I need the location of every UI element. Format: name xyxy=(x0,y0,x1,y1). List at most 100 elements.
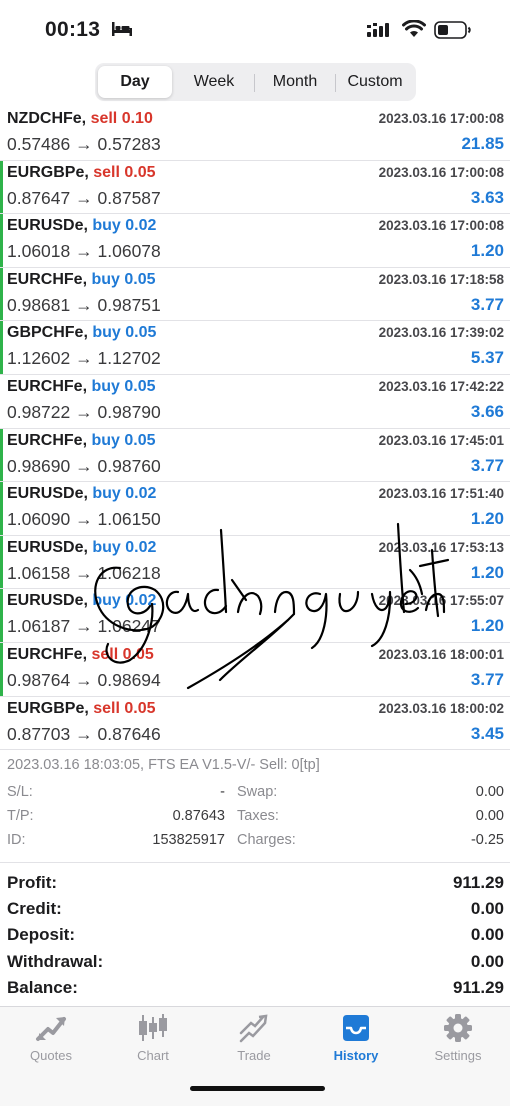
status-bar: 00:13 xyxy=(0,0,510,62)
summary-row-deposit: Deposit: 0.00 xyxy=(0,922,510,948)
segment-month[interactable]: Month xyxy=(255,66,335,98)
open-price: 1.06187 xyxy=(7,616,71,637)
trade-volume: 0.05 xyxy=(124,377,156,395)
trade-profit: 1.20 xyxy=(470,562,504,582)
tab-label: Settings xyxy=(434,1048,482,1063)
handwritten-signature-watermark xyxy=(94,522,450,690)
trade-symbol: GBPCHFe, buy 0.05 xyxy=(7,324,156,342)
trade-row[interactable]: EURUSDe, buy 0.02 2023.03.16 17:00:08 1.06… xyxy=(0,214,510,268)
trade-side: buy xyxy=(92,324,121,342)
trade-row[interactable]: EURCHFe, buy 0.05 2023.03.16 17:42:22 0.98… xyxy=(0,375,510,429)
arrow-icon: → xyxy=(75,294,93,315)
taxes-value: 0.00 xyxy=(475,808,504,824)
close-price: 0.87587 xyxy=(97,187,161,208)
tab-label: History xyxy=(333,1048,379,1063)
trade-time: 2023.03.16 17:00:08 xyxy=(378,218,504,234)
cellular-signal-icon xyxy=(367,23,389,37)
open-price: 0.98764 xyxy=(7,669,71,690)
trade-side: sell xyxy=(90,110,118,127)
summary-row-profit: Profit: 911.29 xyxy=(0,870,510,896)
open-price: 0.98681 xyxy=(7,294,71,315)
trade-row[interactable]: EURGBPe, sell 0.05 2023.03.16 17:00:08 0.8… xyxy=(0,160,510,215)
status-time: 00:13 xyxy=(45,18,101,41)
trade-side: sell xyxy=(93,699,120,717)
close-price: 1.06078 xyxy=(97,241,161,262)
trade-profit: 3.77 xyxy=(470,455,504,475)
trade-row[interactable]: GBPCHFe, buy 0.05 2023.03.16 17:39:02 1.12… xyxy=(0,321,510,375)
id-value: 153825917 xyxy=(152,832,225,848)
trade-symbol-name: EURGBPe, xyxy=(7,163,89,181)
trade-volume: 0.05 xyxy=(124,163,156,181)
close-price: 0.98790 xyxy=(97,401,161,422)
tab-label: Trade xyxy=(237,1048,271,1063)
trade-symbol-name: EURUSDe, xyxy=(7,592,88,610)
trade-symbol: EURCHFe, buy 0.05 xyxy=(7,432,156,450)
bottom-tab-bar: Quotes Chart Trade History Settings xyxy=(0,1006,510,1106)
trade-side: buy xyxy=(91,377,120,395)
trade-time: 2023.03.16 18:00:02 xyxy=(378,700,504,716)
trade-time: 2023.03.16 17:18:58 xyxy=(378,271,504,287)
trade-profit: 3.77 xyxy=(470,669,504,689)
gear-icon xyxy=(444,1014,472,1042)
trade-profit: 1.20 xyxy=(470,241,504,261)
tp-value: 0.87643 xyxy=(172,808,225,824)
arrow-icon: → xyxy=(75,187,93,208)
trade-time: 2023.03.16 17:45:01 xyxy=(378,432,504,448)
trade-side: buy xyxy=(92,217,121,235)
segment-custom[interactable]: Custom xyxy=(336,66,414,98)
trade-volume: 0.05 xyxy=(124,699,156,717)
trade-prices: 0.98722 → 0.98790 xyxy=(7,402,161,423)
trade-symbol-name: EURUSDe, xyxy=(7,217,88,235)
summary-value: 911.29 xyxy=(452,873,504,892)
tab-history[interactable]: History xyxy=(321,1013,391,1073)
tab-settings[interactable]: Settings xyxy=(423,1013,493,1073)
sl-value: - xyxy=(220,784,225,800)
trade-symbol: EURCHFe, buy 0.05 xyxy=(7,378,156,396)
trade-volume: 0.05 xyxy=(124,431,156,449)
summary-row-credit: Credit: 0.00 xyxy=(0,896,510,922)
arrow-icon: → xyxy=(75,723,93,744)
open-price: 0.57486 xyxy=(7,134,71,154)
candlestick-chart-icon xyxy=(139,1014,167,1041)
trade-row[interactable]: EURCHFe, buy 0.05 2023.03.16 17:18:58 0.98… xyxy=(0,267,510,322)
summary-value: 0.00 xyxy=(470,925,504,945)
close-price: 1.12702 xyxy=(97,348,161,369)
trade-row[interactable]: NZDCHFe, sell 0.10 2023.03.16 17:00:08 0.5… xyxy=(0,107,510,161)
summary-row-balance: Balance: 911.29 xyxy=(0,975,510,1001)
trade-profit: 5.37 xyxy=(470,348,504,368)
trade-row[interactable]: EURGBPe, sell 0.05 2023.03.16 18:00:02 0.8… xyxy=(0,697,510,751)
close-price: 0.87646 xyxy=(97,723,161,744)
trade-profit: 3.77 xyxy=(470,294,504,314)
trade-profit: 3.45 xyxy=(470,723,504,743)
battery-icon xyxy=(434,21,471,39)
trade-volume: 0.05 xyxy=(125,324,157,342)
trade-symbol-name: EURCHFe, xyxy=(7,645,88,663)
open-price: 0.98690 xyxy=(7,455,71,476)
trade-volume: 0.10 xyxy=(121,110,153,127)
summary-label: Balance: xyxy=(7,977,78,997)
trade-row[interactable]: EURCHFe, buy 0.05 2023.03.16 17:45:01 0.98… xyxy=(0,428,510,483)
tab-quotes[interactable]: Quotes xyxy=(16,1013,86,1073)
tab-trade[interactable]: Trade xyxy=(219,1013,289,1073)
trade-symbol: EURGBPe, sell 0.05 xyxy=(7,700,156,718)
home-indicator xyxy=(190,1086,325,1091)
trade-profit: 1.20 xyxy=(470,616,504,636)
trade-prices: 0.57486 → 0.57283 xyxy=(7,134,161,155)
id-label: ID: xyxy=(7,832,26,848)
trade-prices: 0.87703 → 0.87646 xyxy=(7,724,161,745)
history-inbox-icon xyxy=(343,1015,369,1041)
trade-prices: 1.06018 → 1.06078 xyxy=(7,241,161,262)
summary-label: Credit: xyxy=(7,899,62,919)
segment-day[interactable]: Day xyxy=(98,66,172,98)
trade-profit: 1.20 xyxy=(470,509,504,529)
trade-time: 2023.03.16 17:00:08 xyxy=(378,164,504,180)
trade-icon xyxy=(239,1014,268,1043)
trade-symbol-name: NZDCHFe, xyxy=(7,110,87,127)
open-price: 0.87703 xyxy=(7,723,71,744)
arrow-icon: → xyxy=(75,401,93,422)
tab-chart[interactable]: Chart xyxy=(118,1013,188,1073)
trade-time: 2023.03.16 17:00:08 xyxy=(378,111,504,126)
trade-profit: 21.85 xyxy=(461,134,504,153)
arrow-icon: → xyxy=(75,134,93,154)
segment-week[interactable]: Week xyxy=(175,66,253,98)
